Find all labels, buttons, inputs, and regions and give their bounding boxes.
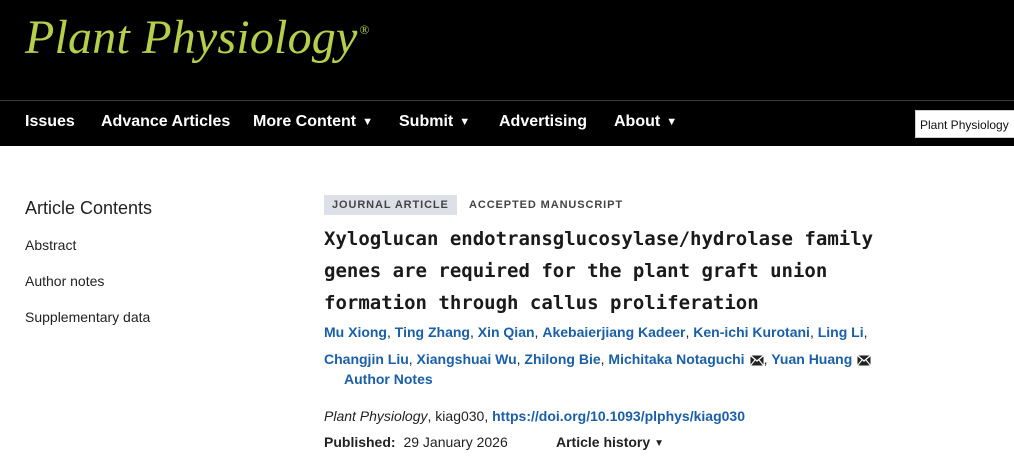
journal-logo-text: Plant Physiology xyxy=(25,11,358,64)
nav-item-label: Advance Articles xyxy=(101,113,231,130)
journal-logo[interactable]: Plant Physiology ® xyxy=(25,10,370,65)
author-link[interactable]: Ting Zhang xyxy=(395,324,470,340)
citation-id: , kiag030, xyxy=(427,408,493,424)
author-link[interactable]: Xiangshuai Wu xyxy=(417,351,517,367)
registered-mark: ® xyxy=(359,22,370,37)
toc-link-abstract[interactable]: Abstract xyxy=(25,237,76,253)
citation-journal: Plant Physiology xyxy=(324,408,428,424)
published-label: Published: xyxy=(324,434,396,450)
main-nav: Issues Advance Articles More Content ▼ Su… xyxy=(0,100,1014,146)
caret-down-icon: ▼ xyxy=(666,116,678,128)
article-title: Xyloglucan endotransglucosylase/hydrolas… xyxy=(324,223,964,319)
author-link[interactable]: Ling Li xyxy=(818,324,864,340)
nav-item-label: About xyxy=(614,113,661,130)
author-link[interactable]: Ken-ichi Kurotani xyxy=(693,324,810,340)
article-title-line: Xyloglucan endotransglucosylase/hydrolas… xyxy=(324,228,874,250)
nav-item-advance-articles[interactable]: Advance Articles xyxy=(101,113,230,131)
nav-item-submit[interactable]: Submit ▼ xyxy=(399,113,470,131)
nav-item-label: Submit xyxy=(399,113,454,130)
author-notes-link[interactable]: Author Notes xyxy=(344,371,433,387)
article-history-toggle[interactable]: Article history ▼ xyxy=(556,434,664,450)
published-date: 29 January 2026 xyxy=(403,434,508,450)
article-title-line: formation through callus proliferation xyxy=(324,292,759,314)
nav-item-label: More Content xyxy=(253,113,357,130)
nav-item-about[interactable]: About ▼ xyxy=(614,113,677,131)
envelope-icon[interactable] xyxy=(857,348,872,375)
masthead: Plant Physiology ® xyxy=(0,0,1014,100)
nav-item-advertising[interactable]: Advertising xyxy=(499,113,587,131)
author-link[interactable]: Akebaierjiang Kadeer xyxy=(542,324,685,340)
nav-item-more-content[interactable]: More Content ▼ xyxy=(253,113,373,131)
caret-down-icon: ▼ xyxy=(459,116,471,128)
article-title-line: genes are required for the plant graft u… xyxy=(324,260,828,282)
article-status-badge: ACCEPTED MANUSCRIPT xyxy=(469,199,623,211)
article-history-label: Article history xyxy=(556,434,651,450)
toc-link-author-notes[interactable]: Author notes xyxy=(25,273,104,289)
author-link[interactable]: Mu Xiong xyxy=(324,324,387,340)
envelope-icon[interactable] xyxy=(749,348,764,375)
toc-title: Article Contents xyxy=(25,198,153,218)
published-line: Published: 29 January 2026 xyxy=(324,434,508,450)
citation-line: Plant Physiology, kiag030, https://doi.o… xyxy=(324,408,745,424)
author-link[interactable]: Michitaka Notaguchi xyxy=(608,351,744,367)
journal-select[interactable]: Plant Physiology xyxy=(915,110,1014,138)
author-list: Mu Xiong, Ting Zhang, Xin Qian, Akebaier… xyxy=(324,319,964,375)
article-type-badge: JOURNAL ARTICLE xyxy=(324,195,457,215)
author-link[interactable]: Yuan Huang xyxy=(771,351,852,367)
nav-item-label: Advertising xyxy=(499,113,588,130)
caret-down-icon: ▼ xyxy=(654,438,665,449)
caret-down-icon: ▼ xyxy=(362,116,373,128)
toc-link-supplementary-data[interactable]: Supplementary data xyxy=(25,309,150,325)
author-link[interactable]: Xin Qian xyxy=(478,324,535,340)
doi-link[interactable]: https://doi.org/10.1093/plphys/kiag030 xyxy=(492,408,745,424)
author-link[interactable]: Zhilong Bie xyxy=(524,351,600,367)
nav-item-issues[interactable]: Issues xyxy=(25,113,75,131)
nav-item-label: Issues xyxy=(25,113,75,130)
author-link[interactable]: Changjin Liu xyxy=(324,351,409,367)
